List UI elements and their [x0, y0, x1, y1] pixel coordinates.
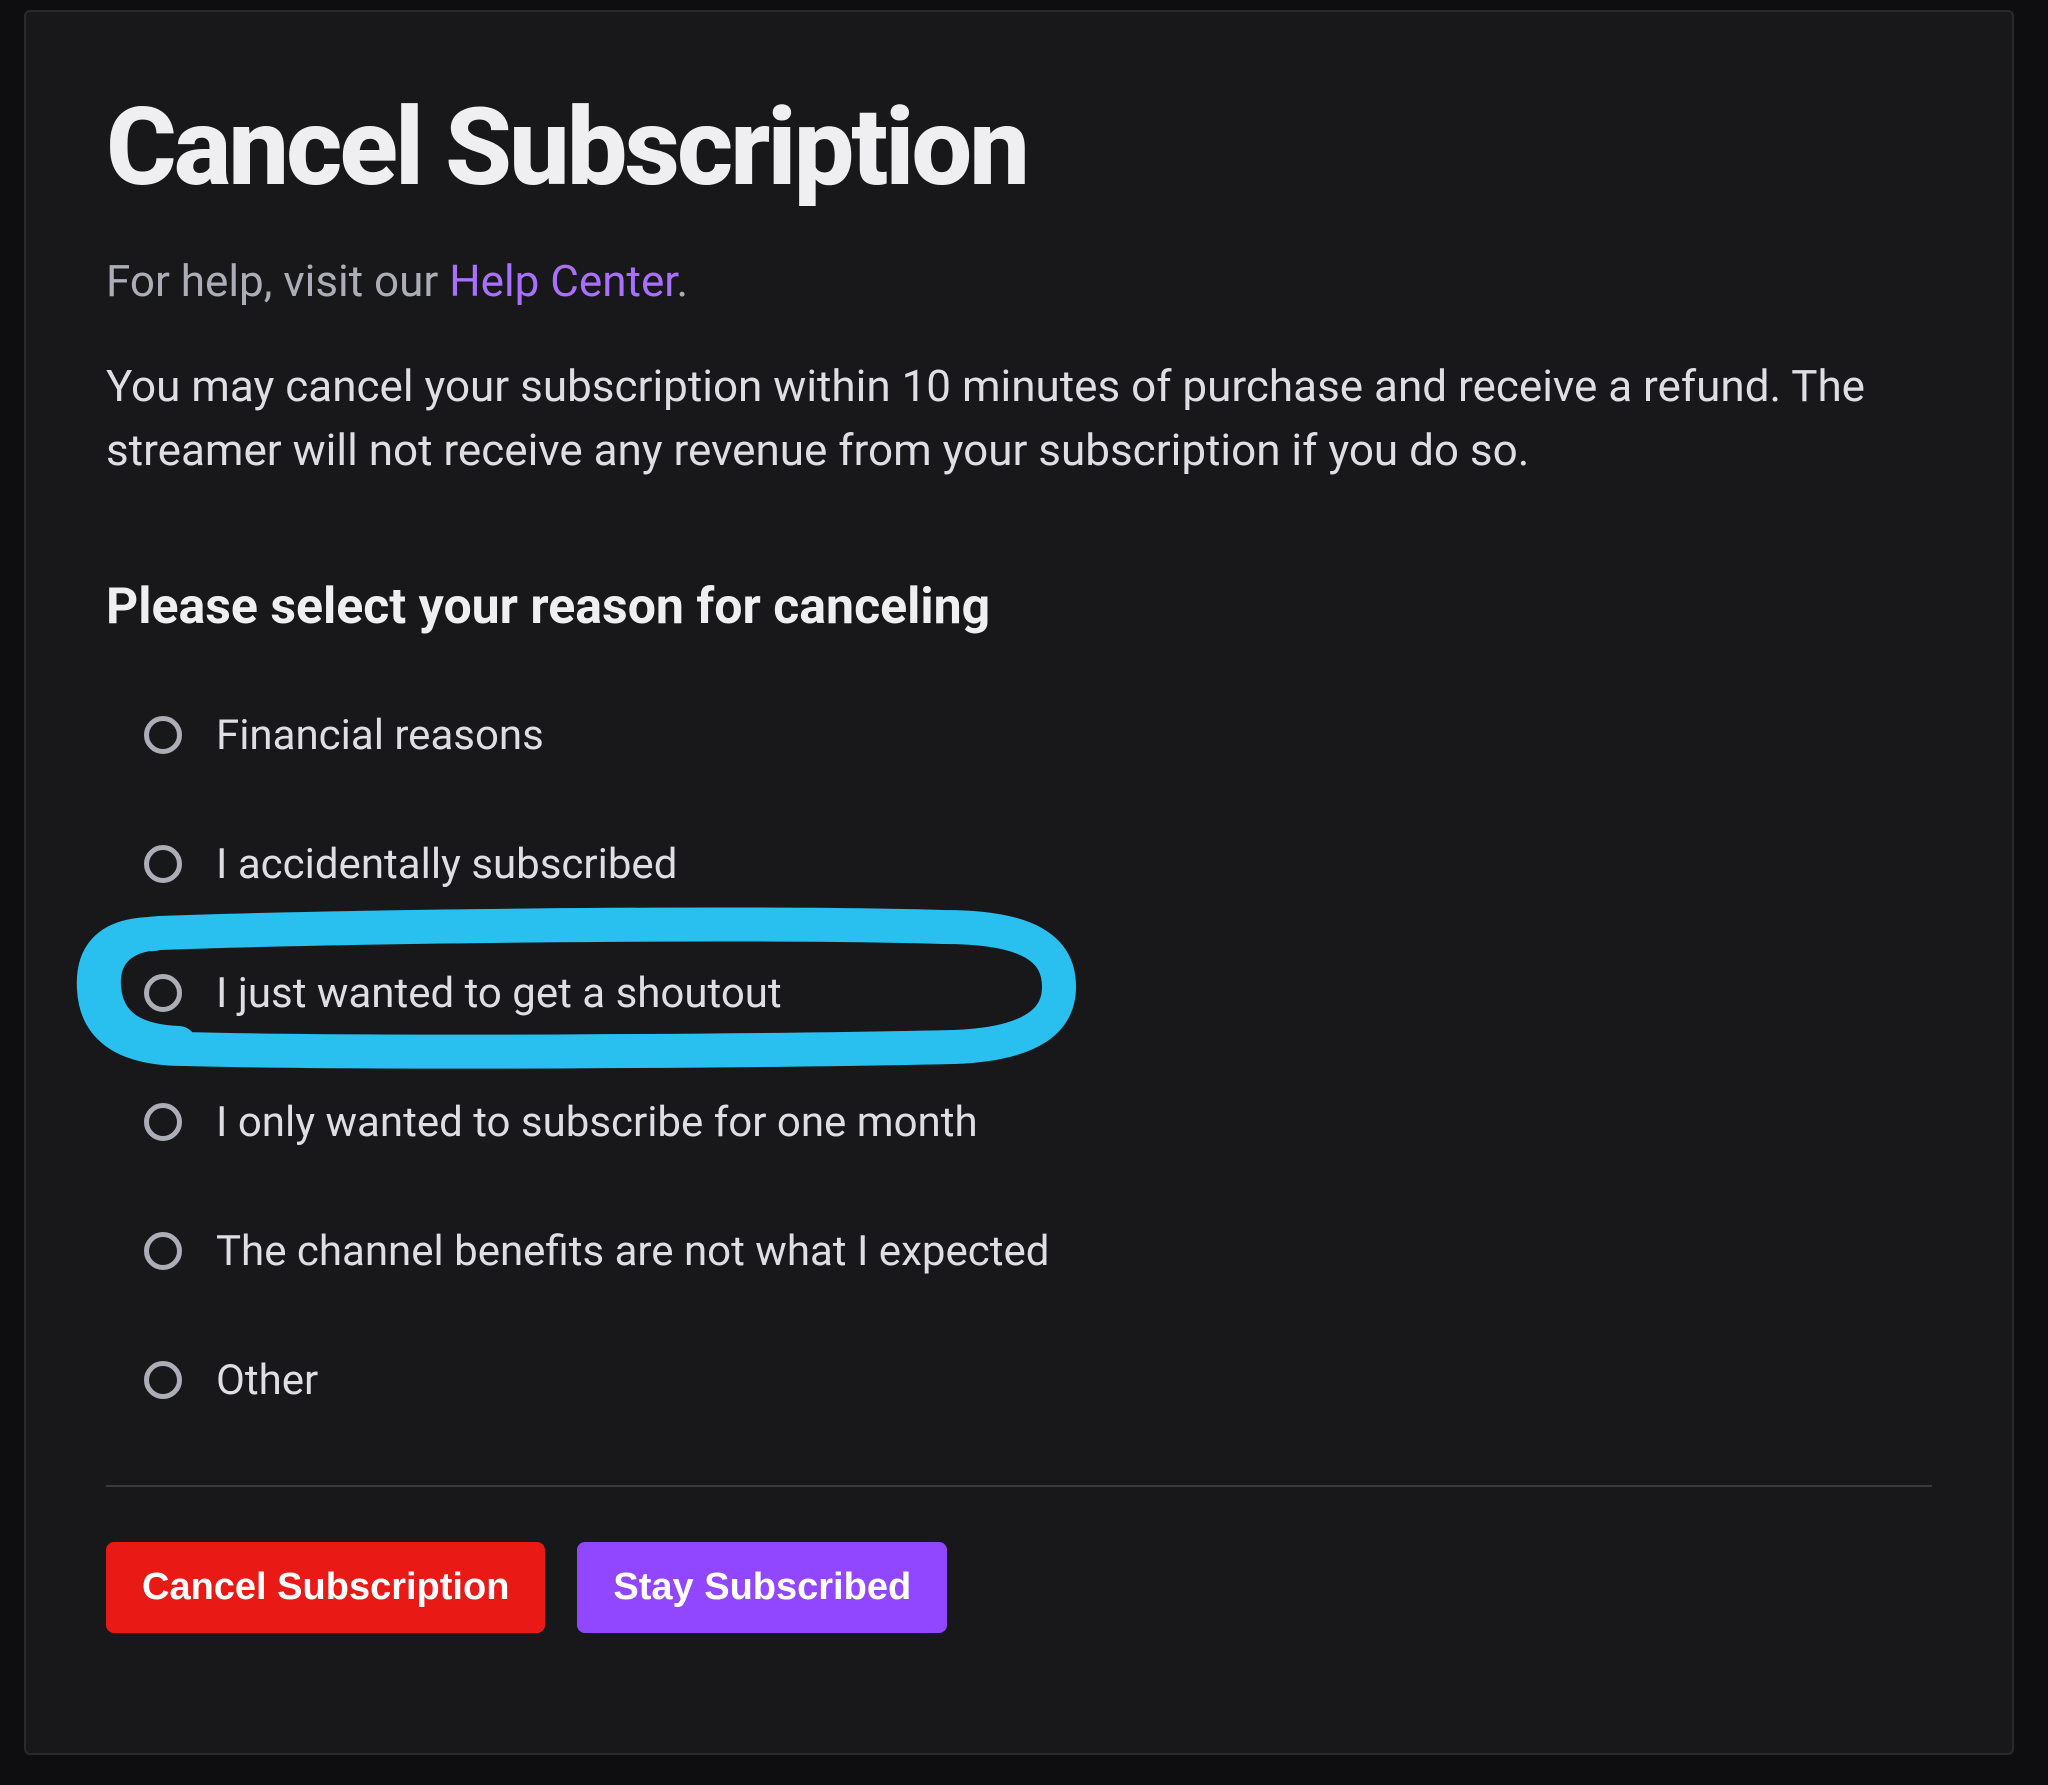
help-line: For help, visit our Help Center. — [106, 255, 1932, 307]
reason-label: I only wanted to subscribe for one month — [216, 1098, 978, 1147]
page-title: Cancel Subscription — [106, 92, 1932, 205]
stay-subscribed-button[interactable]: Stay Subscribed — [577, 1542, 947, 1633]
reason-label: I accidentally subscribed — [216, 840, 677, 889]
reason-label: The channel benefits are not what I expe… — [216, 1227, 1049, 1276]
help-suffix: . — [677, 255, 689, 307]
help-prefix: For help, visit our — [106, 255, 449, 307]
reason-option-other[interactable]: Other — [144, 1356, 1932, 1405]
reason-option-accidental[interactable]: I accidentally subscribed — [144, 840, 1932, 889]
radio-icon — [144, 1103, 182, 1141]
radio-icon — [144, 974, 182, 1012]
refund-notice: You may cancel your subscription within … — [106, 355, 1932, 483]
radio-icon — [144, 1232, 182, 1270]
reason-option-one-month[interactable]: I only wanted to subscribe for one month — [144, 1098, 1932, 1147]
action-button-row: Cancel Subscription Stay Subscribed — [106, 1542, 1932, 1633]
reason-label: Financial reasons — [216, 711, 544, 760]
reason-heading: Please select your reason for canceling — [106, 578, 1932, 636]
reason-option-financial[interactable]: Financial reasons — [144, 711, 1932, 760]
reason-option-shoutout[interactable]: I just wanted to get a shoutout — [144, 969, 1932, 1018]
reason-label: I just wanted to get a shoutout — [216, 969, 782, 1018]
reason-option-benefits[interactable]: The channel benefits are not what I expe… — [144, 1227, 1932, 1276]
radio-icon — [144, 1361, 182, 1399]
cancel-subscription-button[interactable]: Cancel Subscription — [106, 1542, 545, 1633]
cancel-subscription-panel: Cancel Subscription For help, visit our … — [24, 10, 2014, 1755]
radio-icon — [144, 845, 182, 883]
cancel-reason-radio-group: Financial reasons I accidentally subscri… — [106, 711, 1932, 1405]
divider — [106, 1485, 1932, 1487]
reason-label: Other — [216, 1356, 318, 1405]
radio-icon — [144, 716, 182, 754]
help-center-link[interactable]: Help Center — [449, 255, 676, 307]
